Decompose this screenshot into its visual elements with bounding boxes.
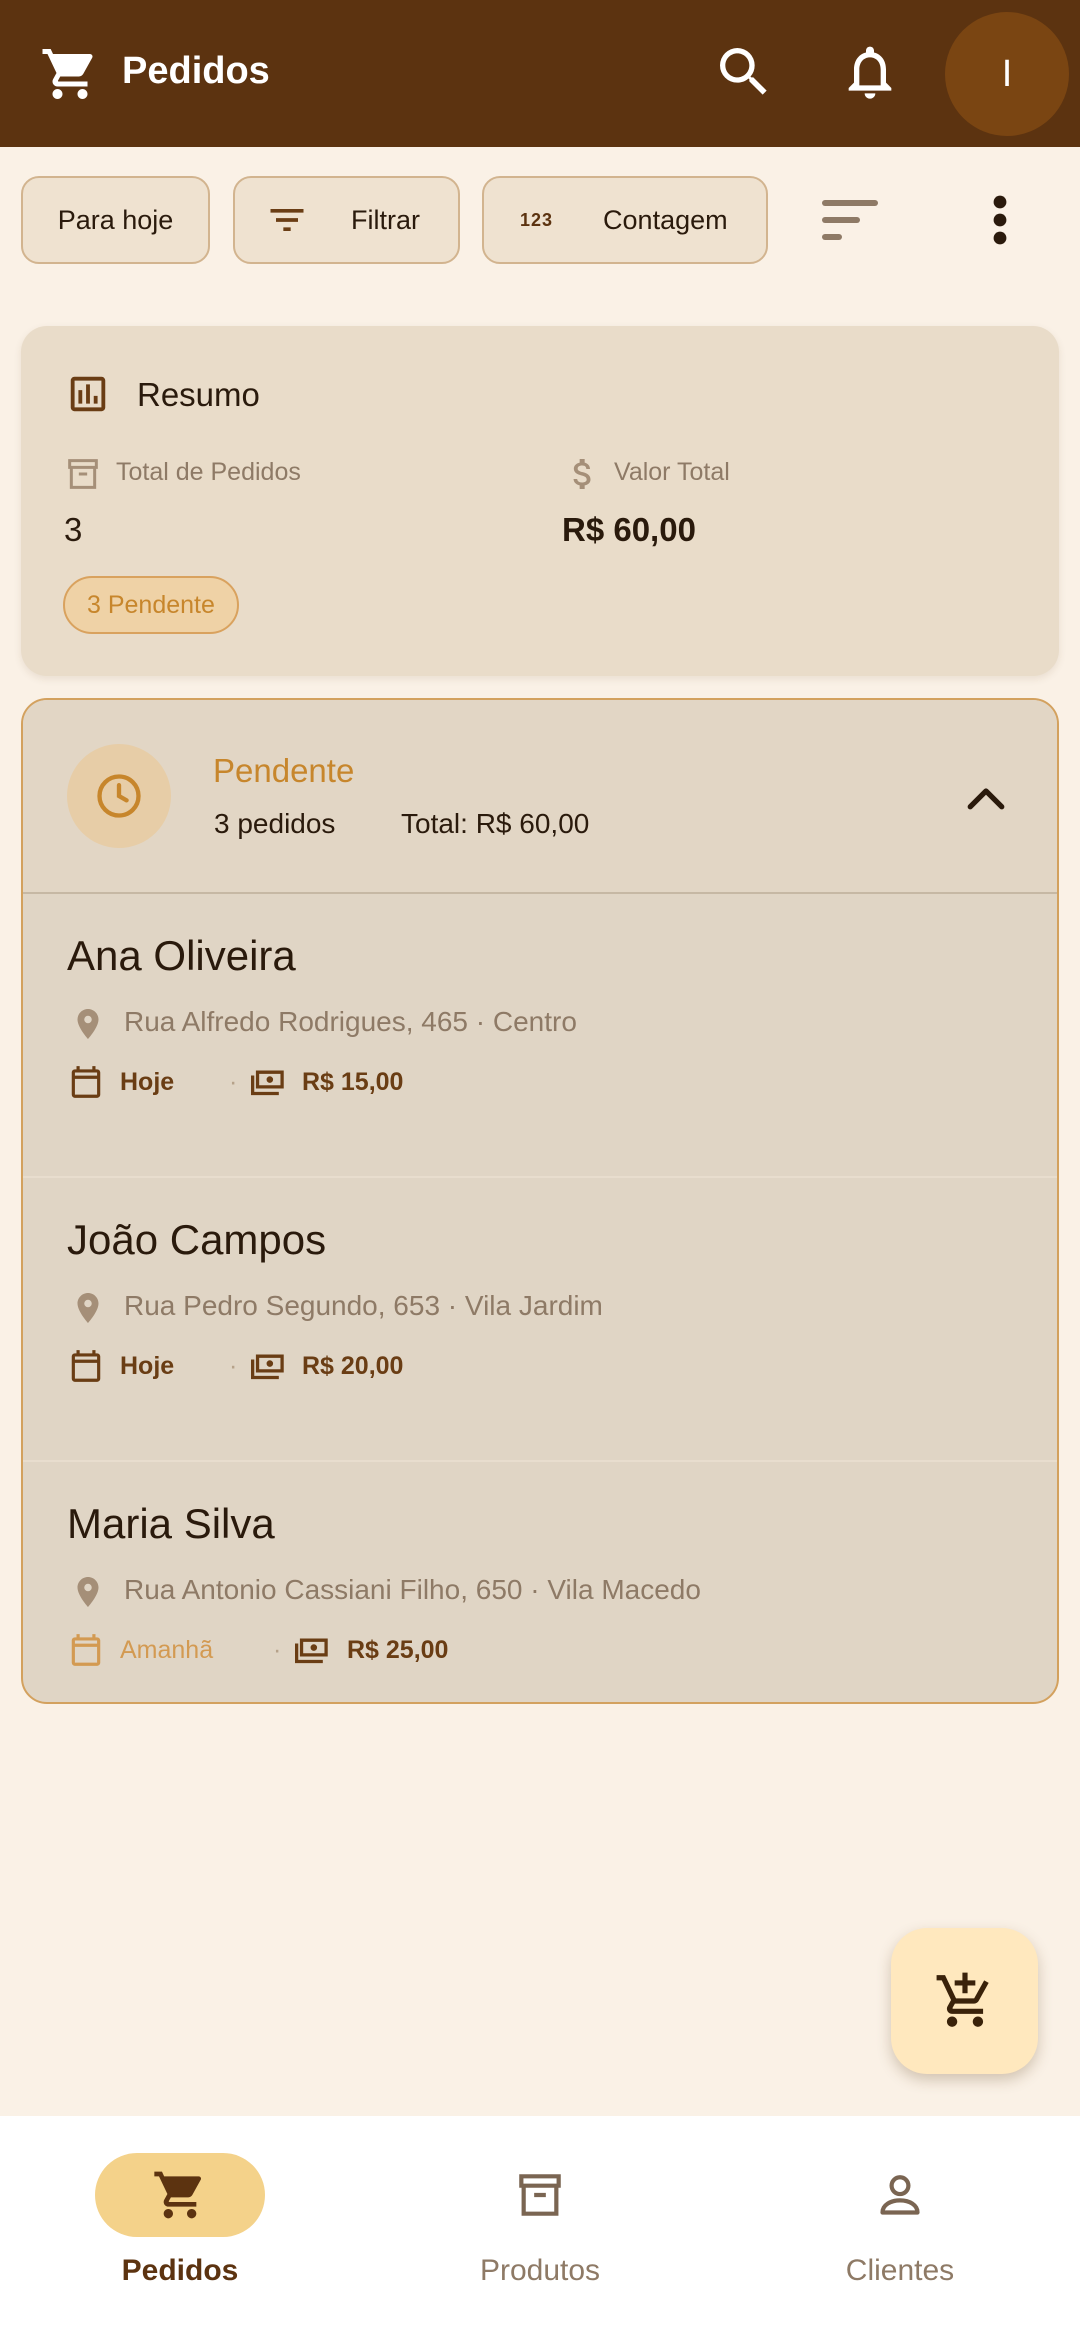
archive-icon [519, 2174, 561, 2216]
order-date: Hoje [120, 1352, 175, 1380]
page-title: Pedidos [122, 50, 270, 92]
total-value-label: Valor Total [614, 458, 730, 486]
order-item[interactable]: João Campos Rua Pedro Segundo, 653 · Vil… [23, 1178, 1057, 1460]
archive-icon [68, 459, 98, 489]
today-chip[interactable]: Para hoje [21, 176, 210, 264]
count-chip-label: Contagem [603, 204, 728, 235]
summary-title: Resumo [137, 376, 260, 413]
order-price: R$ 15,00 [302, 1068, 404, 1096]
separator-dot: · [273, 1636, 282, 1664]
group-total: Total: R$ 60,00 [401, 808, 590, 839]
location-pin-icon [77, 1577, 99, 1607]
nav-pill [95, 2153, 265, 2237]
clock-badge [67, 744, 171, 848]
order-address: Rua Alfredo Rodrigues, 465 · Centro [124, 1006, 577, 1037]
nav-label: Pedidos [121, 2254, 239, 2287]
order-date: Amanhã [120, 1636, 214, 1664]
bell-icon[interactable] [838, 40, 902, 104]
customer-name: Ana Oliveira [67, 932, 296, 979]
calendar-icon [71, 1350, 101, 1382]
cart-icon [42, 49, 93, 99]
total-orders-value: 3 [64, 511, 83, 548]
order-item[interactable]: Ana Oliveira Rua Alfredo Rodrigues, 465 … [23, 894, 1057, 1176]
location-pin-icon [77, 1293, 99, 1323]
status-badge: 3 Pendente [63, 576, 239, 634]
nav-item-pedidos[interactable]: Pedidos [0, 2116, 360, 2325]
location-pin-icon [77, 1009, 99, 1039]
order-date: Hoje [120, 1068, 175, 1096]
pending-group-card: Pendente 3 pedidos Total: R$ 60,00 Ana O… [21, 698, 1059, 1704]
app-bar: Pedidos I [0, 0, 1080, 147]
group-title: Pendente [213, 752, 355, 789]
separator-dot: · [229, 1352, 238, 1380]
clock-icon [97, 774, 141, 818]
filter-chip-label: Filtrar [351, 204, 420, 235]
more-vert-icon[interactable] [980, 194, 1020, 246]
group-count: 3 pedidos [214, 808, 336, 839]
numbers-icon: 123 [520, 209, 554, 230]
nav-item-clientes[interactable]: Clientes [720, 2116, 1080, 2325]
person-icon [880, 2175, 920, 2215]
total-orders-label: Total de Pedidos [116, 458, 301, 486]
separator-dot: · [229, 1068, 238, 1096]
chevron-up-icon[interactable] [965, 784, 1007, 812]
avatar[interactable]: I [945, 12, 1069, 136]
total-value-value: R$ 60,00 [562, 511, 696, 548]
nav-item-produtos[interactable]: Produtos [360, 2116, 720, 2325]
money-icon [251, 1354, 284, 1380]
money-icon [295, 1638, 328, 1664]
money-icon [251, 1070, 284, 1096]
add-shopping-cart-icon [936, 1972, 989, 2027]
nav-pill [815, 2153, 985, 2237]
chart-icon [70, 376, 106, 412]
summary-card: Resumo Total de Pedidos 3 Valor Total R$… [21, 326, 1059, 676]
filter-chip[interactable]: Filtrar [233, 176, 460, 264]
calendar-icon [71, 1066, 101, 1098]
customer-name: João Campos [67, 1216, 327, 1263]
order-price: R$ 25,00 [347, 1636, 449, 1664]
today-chip-label: Para hoje [57, 204, 174, 235]
bottom-nav: Pedidos Produtos Clientes [0, 2116, 1080, 2325]
cart-icon [154, 2171, 202, 2219]
calendar-icon [71, 1634, 101, 1666]
dollar-icon [573, 459, 591, 489]
order-address: Rua Pedro Segundo, 653 · Vila Jardim [124, 1290, 603, 1321]
add-order-button[interactable] [891, 1928, 1038, 2074]
filter-icon [270, 209, 304, 231]
nav-label: Produtos [479, 2254, 601, 2287]
order-item[interactable]: Maria Silva Rua Antonio Cassiani Filho, … [23, 1462, 1057, 1702]
customer-name: Maria Silva [67, 1500, 275, 1547]
nav-pill [455, 2153, 625, 2237]
group-header[interactable]: Pendente 3 pedidos Total: R$ 60,00 [23, 700, 1057, 892]
count-chip[interactable]: 123 Contagem [482, 176, 768, 264]
order-address: Rua Antonio Cassiani Filho, 650 · Vila M… [124, 1574, 701, 1605]
search-icon[interactable] [712, 40, 776, 104]
sort-icon[interactable] [822, 196, 878, 244]
nav-label: Clientes [845, 2254, 955, 2287]
order-price: R$ 20,00 [302, 1352, 404, 1380]
